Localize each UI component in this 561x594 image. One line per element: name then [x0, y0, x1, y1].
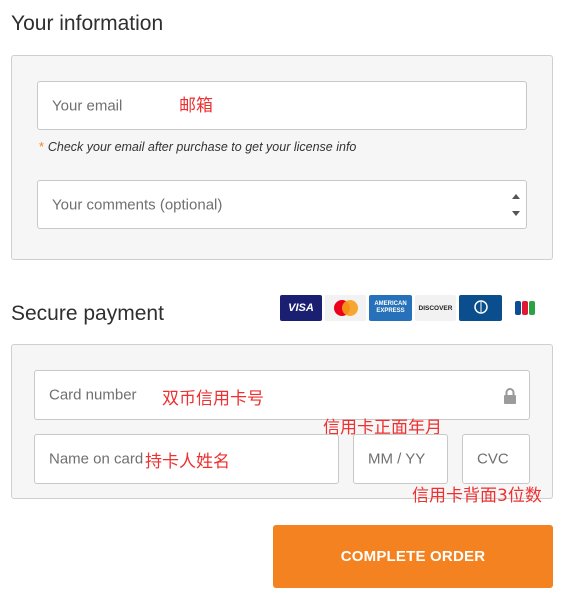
diners-club-icon [473, 300, 488, 314]
cvc-input[interactable]: CVC [462, 434, 530, 484]
email-input[interactable]: Your email [37, 81, 527, 130]
visa-logo: VISA [280, 295, 322, 321]
card-number-annotation: 双币信用卡号 [162, 389, 264, 409]
comments-placeholder: Your comments (optional) [52, 196, 223, 213]
cvc-placeholder: CVC [477, 450, 509, 468]
expiry-input[interactable]: MM / YY [353, 434, 448, 484]
complete-order-button[interactable]: COMPLETE ORDER [273, 525, 553, 588]
amex-logo: AMERICAN EXPRESS [369, 295, 412, 321]
diners-club-logo [459, 295, 502, 321]
jcb-logo [505, 295, 545, 321]
comments-spinner-icon[interactable] [512, 193, 520, 216]
email-hint: * Check your email after purchase to get … [39, 140, 356, 154]
comments-input[interactable]: Your comments (optional) [37, 180, 527, 229]
card-number-input[interactable]: Card number [34, 370, 530, 420]
your-information-heading: Your information [11, 12, 164, 35]
expiry-placeholder: MM / YY [368, 450, 426, 468]
mastercard-logo [325, 295, 366, 321]
cvc-annotation: 信用卡背面3位数 [412, 486, 542, 506]
card-number-placeholder: Card number [49, 386, 137, 404]
hint-asterisk: * [39, 140, 44, 154]
email-annotation: 邮箱 [179, 96, 213, 116]
mastercard-icon [333, 300, 358, 316]
lock-icon [504, 388, 516, 404]
jcb-icon [515, 301, 535, 315]
email-placeholder: Your email [52, 97, 123, 114]
name-on-card-annotation: 持卡人姓名 [145, 452, 230, 472]
secure-payment-heading: Secure payment [11, 302, 164, 325]
name-on-card-placeholder: Name on card [49, 450, 144, 468]
discover-logo: DISCOVER [415, 295, 456, 321]
hint-text: Check your email after purchase to get y… [47, 140, 357, 154]
